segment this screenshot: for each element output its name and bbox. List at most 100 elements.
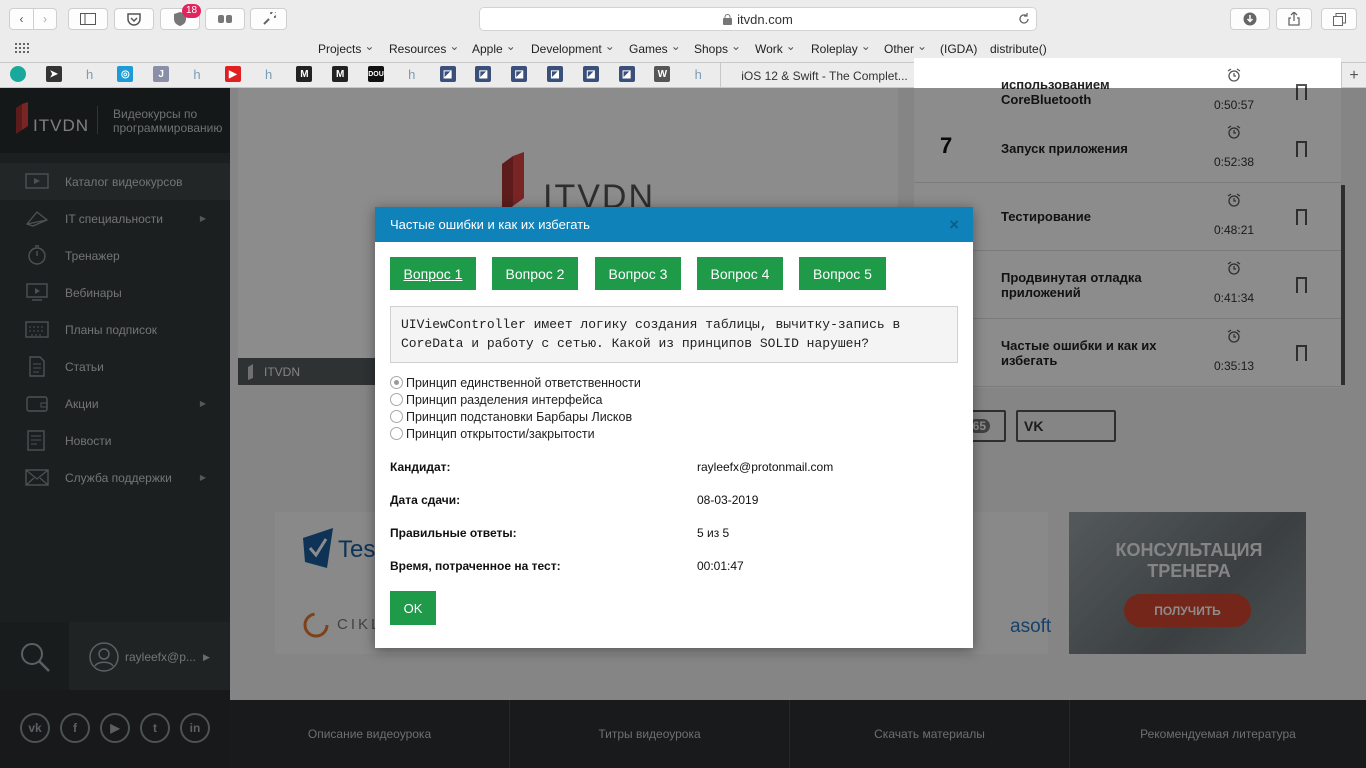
pinned-tab-glyph: ▶: [228, 68, 237, 80]
favorite-label: Work: [755, 42, 783, 56]
grid-icon[interactable]: [15, 43, 31, 55]
pinned-tab-icon[interactable]: h: [189, 66, 205, 82]
answer-option[interactable]: Принцип единственной ответственности: [390, 374, 641, 391]
pinned-tab-icon[interactable]: ◪: [547, 66, 563, 82]
back-forward-buttons[interactable]: ‹ ›: [9, 8, 57, 30]
pinned-tab-icon[interactable]: ➤: [45, 66, 62, 82]
question-5-button[interactable]: Вопрос 5: [799, 257, 886, 290]
favorite-7[interactable]: Roleplay ⌄: [811, 39, 871, 58]
favorite-label: Shops: [694, 42, 729, 56]
answer-option[interactable]: Принцип разделения интерфейса: [390, 391, 602, 408]
question-button-label: Вопрос 5: [813, 265, 872, 282]
pocket-button[interactable]: [114, 8, 154, 30]
answer-option[interactable]: Принцип подстановки Барбары Лисков: [390, 408, 632, 425]
pinned-tab-glyph: M: [336, 68, 345, 80]
reload-icon[interactable]: [1018, 13, 1030, 25]
question-3-button[interactable]: Вопрос 3: [595, 257, 681, 290]
pinned-tab-icon[interactable]: ◪: [511, 66, 528, 82]
favorite-9[interactable]: (IGDA): [940, 40, 977, 58]
favorite-label: distribute(): [990, 42, 1047, 56]
favorite-label: Roleplay: [811, 42, 858, 56]
pinned-tab-icon[interactable]: DOU: [368, 66, 384, 82]
pinned-tab-icon[interactable]: ◪: [618, 66, 635, 82]
tabs-icon: [1332, 12, 1346, 26]
pinned-tab-icon[interactable]: ◎: [117, 66, 134, 82]
pinned-tab-glyph: J: [158, 68, 164, 80]
pinned-tab-icon[interactable]: ▶: [224, 66, 241, 82]
result-value: 08-03-2019: [697, 493, 759, 507]
download-icon: [1243, 12, 1257, 26]
pinned-tab-icon[interactable]: J: [153, 66, 170, 82]
favorite-4[interactable]: Games ⌄: [629, 39, 681, 58]
pinned-tab-icon[interactable]: h: [404, 66, 420, 82]
pinned-tab-glyph: ◪: [442, 68, 453, 80]
favorite-8[interactable]: Other ⌄: [884, 39, 927, 58]
radio-button[interactable]: [390, 376, 403, 389]
favorite-0[interactable]: Projects ⌄: [318, 39, 375, 58]
result-label: Правильные ответы:: [390, 526, 517, 540]
radio-button[interactable]: [390, 393, 403, 406]
pinned-tab-icon[interactable]: [10, 66, 26, 82]
radio-button[interactable]: [390, 427, 403, 440]
question-button-label: Вопрос 3: [608, 265, 668, 282]
favorite-label: Other: [884, 42, 915, 56]
pinned-tab-icon[interactable]: W: [654, 66, 671, 82]
new-tab-button[interactable]: +: [1341, 63, 1366, 88]
browser-tab[interactable]: iOS 12 & Swift - The Complet...: [720, 63, 928, 88]
pinned-tab-icon[interactable]: h: [690, 66, 706, 82]
sidebar-icon: [80, 13, 96, 25]
favorite-2[interactable]: Apple ⌄: [472, 39, 516, 58]
chevron-down-icon: ⌄: [785, 39, 796, 53]
extension-button[interactable]: [205, 8, 245, 30]
url-text: itvdn.com: [737, 11, 793, 27]
sidebar-toggle-button[interactable]: [68, 8, 108, 30]
alarm-clock-icon: [1227, 68, 1241, 85]
answer-option[interactable]: Принцип открытости/закрытости: [390, 425, 595, 442]
answer-option-label: Принцип разделения интерфейса: [406, 392, 603, 407]
favorite-label: Projects: [318, 42, 362, 56]
pinned-tab-icon[interactable]: h: [82, 66, 98, 82]
downloads-button[interactable]: [1230, 8, 1270, 30]
favorite-5[interactable]: Shops ⌄: [694, 39, 741, 58]
pinned-tab-glyph: M: [300, 68, 309, 80]
pinned-tab-icon[interactable]: ◪: [475, 66, 492, 82]
pinned-tab-glyph: ◎: [121, 68, 130, 80]
pinned-tab-glyph: h: [264, 66, 273, 82]
chevron-down-icon: ⌄: [505, 39, 516, 53]
pinned-tab-icon[interactable]: M: [296, 66, 313, 82]
pinned-tab-glyph: ◪: [586, 68, 596, 80]
pocket-icon: [127, 12, 141, 26]
pinned-tab-icon[interactable]: ◪: [582, 66, 599, 82]
result-value: 00:01:47: [697, 559, 744, 573]
back-icon[interactable]: ‹: [10, 12, 33, 26]
radio-button[interactable]: [390, 410, 403, 423]
pinned-tab-glyph: ◪: [514, 68, 524, 80]
question-1-button[interactable]: Вопрос 1: [390, 257, 476, 290]
chevron-down-icon: ⌄: [364, 39, 375, 53]
favorite-6[interactable]: Work ⌄: [755, 39, 796, 58]
tools-button[interactable]: [250, 8, 287, 30]
ublock-button[interactable]: 18: [160, 4, 202, 30]
result-value: 5 из 5: [697, 526, 730, 540]
close-icon[interactable]: ×: [949, 215, 959, 235]
favorite-10[interactable]: distribute(): [990, 40, 1047, 58]
question-2-button[interactable]: Вопрос 2: [492, 257, 578, 290]
answer-option-label: Принцип открытости/закрытости: [406, 426, 595, 441]
share-button[interactable]: [1276, 8, 1312, 30]
pinned-tab-icon[interactable]: ◪: [439, 66, 456, 82]
question-4-button[interactable]: Вопрос 4: [697, 257, 783, 290]
favorite-label: Development: [531, 42, 602, 56]
forward-icon[interactable]: ›: [34, 12, 56, 26]
pinned-tab-icon[interactable]: M: [332, 66, 349, 82]
question-button-label: Вопрос 1: [403, 265, 463, 282]
pinned-tab-icon[interactable]: h: [261, 66, 277, 82]
favorite-3[interactable]: Development ⌄: [531, 39, 615, 58]
tab-overview-button[interactable]: [1321, 8, 1357, 30]
ok-button[interactable]: OK: [390, 591, 436, 625]
address-bar[interactable]: itvdn.com: [479, 7, 1037, 31]
chevron-down-icon: ⌄: [604, 39, 615, 53]
pinned-tab-glyph: ◪: [621, 68, 632, 80]
favorite-1[interactable]: Resources ⌄: [389, 39, 459, 58]
answer-option-label: Принцип подстановки Барбары Лисков: [406, 409, 633, 424]
pinned-tab-glyph: h: [408, 66, 416, 82]
